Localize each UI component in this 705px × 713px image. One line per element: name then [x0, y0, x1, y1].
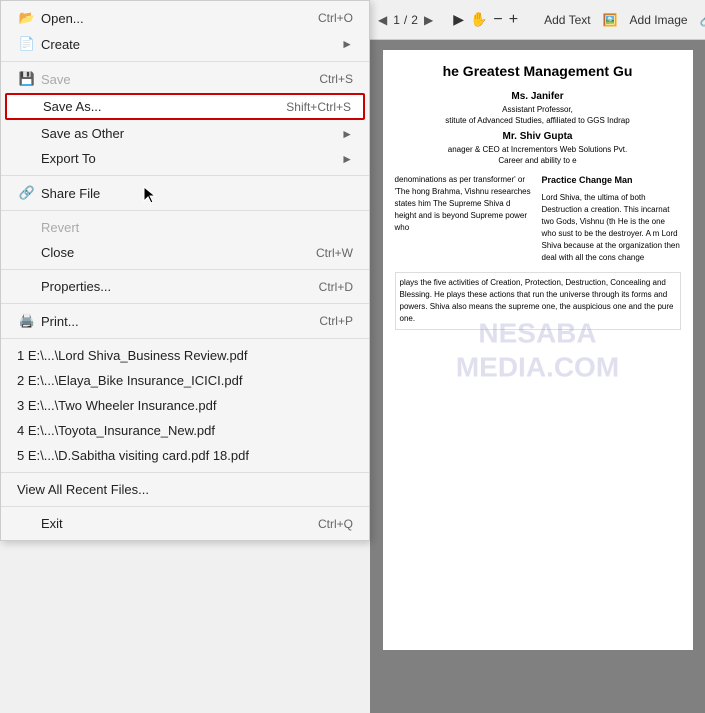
menu-item-save: 💾 Save Ctrl+S: [1, 66, 369, 92]
menu-item-save-as[interactable]: Save As... Shift+Ctrl+S: [5, 93, 365, 120]
sep-before-exit: [1, 506, 369, 507]
save-as-shortcut: Shift+Ctrl+S: [286, 100, 351, 114]
pdf-area: ◀ 1 / 2 ▶ ▶ ✋ − + Add Text 🖼️ Add Image …: [370, 0, 705, 713]
save-label: Save: [41, 72, 71, 87]
properties-label: Properties...: [41, 279, 111, 294]
add-image-icon: 🖼️: [603, 13, 618, 27]
page-nav: 1 / 2: [393, 13, 418, 27]
pdf-main-title: he Greatest Management Gu: [395, 62, 681, 82]
menu-item-export[interactable]: Export To ►: [1, 146, 369, 171]
menu-item-recent2[interactable]: 2 E:\...\Elaya_Bike Insurance_ICICI.pdf: [1, 368, 369, 393]
author2-title: anager & CEO at Incrementors Web Solutio…: [395, 144, 681, 155]
exit-shortcut: Ctrl+Q: [318, 517, 353, 531]
menu-item-print[interactable]: 🖨️ Print... Ctrl+P: [1, 308, 369, 334]
menu-item-exit[interactable]: Exit Ctrl+Q: [1, 511, 369, 536]
print-label: Print...: [41, 314, 79, 329]
share-label: Share File: [41, 186, 100, 201]
add-text-btn[interactable]: Add Text: [538, 9, 596, 31]
revert-label: Revert: [41, 220, 79, 235]
col2-header: Practice Change Man: [542, 174, 681, 188]
menu-item-save-as-other[interactable]: Save as Other ►: [1, 121, 369, 146]
menu-item-open[interactable]: 📂 Open... Ctrl+O: [1, 5, 369, 31]
cursor-tool-icon[interactable]: ▶: [453, 11, 464, 28]
menu-item-create[interactable]: 📄 Create ►: [1, 31, 369, 57]
open-icon: 📂: [17, 10, 37, 26]
sep-after-print: [1, 338, 369, 339]
pdf-authors: Ms. Janifer Assistant Professor, stitute…: [395, 90, 681, 167]
sep-after-create: [1, 61, 369, 62]
author1-affil: stitute of Advanced Studies, affiliated …: [395, 115, 681, 126]
menu-item-recent5[interactable]: 5 E:\...\D.Sabitha visiting card.pdf 18.…: [1, 443, 369, 468]
col2-text: Lord Shiva, the ultima of both Destructi…: [542, 192, 681, 264]
nav-right-icon[interactable]: ▶: [424, 13, 433, 27]
menu-item-properties[interactable]: Properties... Ctrl+D: [1, 274, 369, 299]
author1-title: Assistant Professor,: [395, 104, 681, 115]
sep-after-export: [1, 175, 369, 176]
menu-item-share[interactable]: 🔗 Share File: [1, 180, 369, 206]
save-as-other-label: Save as Other: [41, 126, 124, 141]
link-icon: 🔗: [700, 13, 705, 27]
recent3-label: 3 E:\...\Two Wheeler Insurance.pdf: [17, 398, 216, 413]
author1-name: Ms. Janifer: [395, 90, 681, 104]
author2-name: Mr. Shiv Gupta: [395, 130, 681, 144]
page-total: 2: [411, 13, 418, 27]
export-label: Export To: [41, 151, 96, 166]
pdf-toolbar: ◀ 1 / 2 ▶ ▶ ✋ − + Add Text 🖼️ Add Image …: [370, 0, 705, 40]
properties-shortcut: Ctrl+D: [319, 280, 353, 294]
zoom-in-icon[interactable]: +: [509, 11, 518, 29]
pdf-columns: denominations as per transformer' or 'Th…: [395, 174, 681, 264]
nav-left-icon[interactable]: ◀: [378, 13, 387, 27]
close-shortcut: Ctrl+W: [316, 246, 353, 260]
pdf-bottom-text: plays the five activities of Creation, P…: [395, 272, 681, 330]
save-shortcut: Ctrl+S: [319, 72, 353, 86]
exit-label: Exit: [41, 516, 63, 531]
menu-item-close[interactable]: Close Ctrl+W: [1, 240, 369, 265]
share-icon: 🔗: [17, 185, 37, 201]
sep-after-close: [1, 269, 369, 270]
recent5-label: 5 E:\...\D.Sabitha visiting card.pdf 18.…: [17, 448, 249, 463]
menu-item-recent1[interactable]: 1 E:\...\Lord Shiva_Business Review.pdf: [1, 343, 369, 368]
zoom-out-icon[interactable]: −: [493, 11, 502, 29]
add-image-btn[interactable]: Add Image: [624, 9, 694, 31]
sep-after-share: [1, 210, 369, 211]
pdf-content: NESABA MEDIA.COM he Greatest Management …: [383, 50, 693, 650]
menu-item-recent4[interactable]: 4 E:\...\Toyota_Insurance_New.pdf: [1, 418, 369, 443]
sep-after-recents: [1, 472, 369, 473]
create-label: Create: [41, 37, 80, 52]
print-shortcut: Ctrl+P: [319, 314, 353, 328]
recent2-label: 2 E:\...\Elaya_Bike Insurance_ICICI.pdf: [17, 373, 242, 388]
view-all-label: View All Recent Files...: [17, 482, 149, 497]
create-icon: 📄: [17, 36, 37, 52]
recent4-label: 4 E:\...\Toyota_Insurance_New.pdf: [17, 423, 215, 438]
export-arrow: ►: [341, 152, 353, 166]
print-icon: 🖨️: [17, 313, 37, 329]
menu-item-revert: Revert: [1, 215, 369, 240]
menu-item-recent3[interactable]: 3 E:\...\Two Wheeler Insurance.pdf: [1, 393, 369, 418]
open-label: Open...: [41, 11, 84, 26]
open-shortcut: Ctrl+O: [318, 11, 353, 25]
col1-text: denominations as per transformer' or 'Th…: [395, 174, 534, 234]
hand-tool-icon[interactable]: ✋: [470, 11, 487, 28]
page-current: 1: [393, 13, 400, 27]
author2-subtitle: Career and ability to e: [395, 155, 681, 166]
close-label: Close: [41, 245, 74, 260]
recent1-label: 1 E:\...\Lord Shiva_Business Review.pdf: [17, 348, 248, 363]
sep-after-props: [1, 303, 369, 304]
save-icon: 💾: [17, 71, 37, 87]
save-as-label: Save As...: [43, 99, 102, 114]
menu-item-view-all-recent[interactable]: View All Recent Files...: [1, 477, 369, 502]
create-arrow: ►: [341, 37, 353, 51]
pdf-col2: Practice Change Man Lord Shiva, the ulti…: [542, 174, 681, 264]
save-as-other-arrow: ►: [341, 127, 353, 141]
pdf-col1: denominations as per transformer' or 'Th…: [395, 174, 534, 264]
file-menu: 📂 Open... Ctrl+O 📄 Create ► 💾 Save Ctrl+…: [0, 0, 370, 541]
